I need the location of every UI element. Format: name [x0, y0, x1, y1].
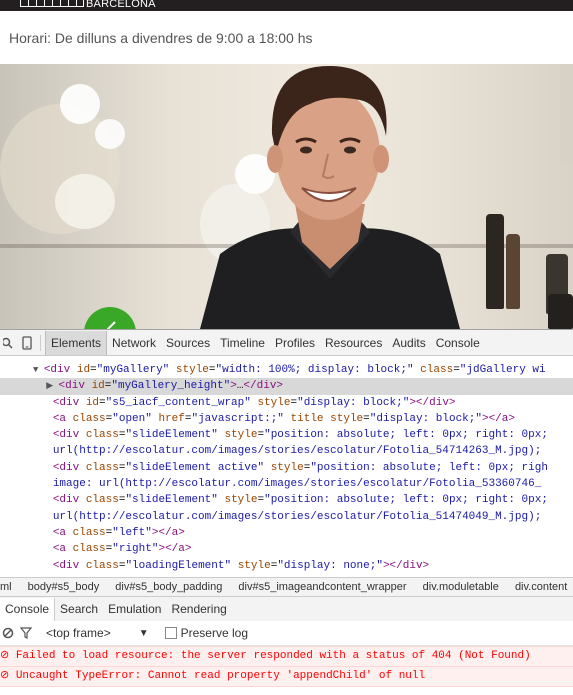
preserve-log-label: Preserve log — [180, 626, 248, 640]
drawer-tab-bar: Console Search Emulation Rendering — [0, 596, 573, 622]
tab-network[interactable]: Network — [107, 331, 161, 355]
slider-prev-button[interactable] — [84, 307, 136, 329]
dom-node-markup: url(http://escolatur.com/images/stories/… — [52, 445, 542, 458]
opening-hours: Horari: De dilluns a divendres de 9:00 a… — [9, 30, 313, 46]
tab-elements[interactable]: Elements — [45, 330, 108, 355]
site-header: BARCELONA — [0, 0, 573, 11]
error-icon: ⊘ — [0, 650, 16, 662]
dom-node-markup: <a class="open" href="javascript:;" titl… — [52, 412, 515, 425]
logo-grid-icon — [20, 0, 84, 7]
inspect-element-icon[interactable] — [0, 331, 18, 355]
frame-selector-value: <top frame> — [46, 626, 111, 640]
dom-node-line[interactable]: ▶ <div id="myGallery_height">…</div> — [0, 378, 573, 395]
dom-node-markup: <div id="myGallery" style="width: 100%; … — [43, 364, 546, 376]
drawer-tab-emulation[interactable]: Emulation — [103, 598, 166, 621]
breadcrumb-item[interactable]: div#s5_imageandcontent_wrapper — [238, 578, 406, 596]
dom-node-line[interactable]: url(http://escolatur.com/images/stories/… — [0, 509, 573, 525]
tab-sources[interactable]: Sources — [161, 331, 215, 355]
dom-node-line[interactable]: <a class="right"></a> — [0, 541, 573, 557]
dom-node-line[interactable]: image: url(http://escolatur.com/images/s… — [0, 476, 573, 492]
preserve-log-checkbox[interactable] — [164, 627, 177, 639]
dom-node-line[interactable]: url(http://escolatur.com/images/stories/… — [0, 443, 573, 459]
breadcrumb-item[interactable]: div.moduletable — [423, 578, 499, 596]
dom-node-markup: <div class="slideElement" style="positio… — [52, 429, 548, 442]
tab-console[interactable]: Console — [431, 331, 485, 355]
breadcrumb-item[interactable]: div.content — [515, 578, 567, 596]
tab-audits[interactable]: Audits — [387, 331, 430, 355]
filter-icon[interactable] — [20, 627, 32, 639]
drawer-tab-rendering[interactable]: Rendering — [166, 598, 231, 621]
tab-resources[interactable]: Resources — [320, 331, 387, 355]
dropdown-arrow-icon: ▼ — [138, 627, 149, 639]
dom-node-line[interactable]: <div class="loadingElement" style="displ… — [0, 558, 573, 574]
dom-node-line[interactable]: <div class="slideElement" style="positio… — [0, 492, 573, 508]
dom-tree[interactable]: ▼ <div id="myGallery" style="width: 100%… — [0, 356, 573, 578]
error-icon: ⊘ — [0, 670, 16, 682]
frame-selector[interactable]: <top frame> ▼ — [46, 626, 149, 640]
toolbar-divider — [40, 334, 41, 351]
tab-timeline[interactable]: Timeline — [215, 331, 270, 355]
dom-node-markup: <a class="right"></a> — [52, 543, 192, 556]
dom-node-markup: <div class="slideElement" style="positio… — [52, 494, 548, 507]
dom-node-markup: <div id="myGallery_height">…</div> — [58, 380, 284, 393]
dom-node-line[interactable]: ▼ <div id="myGallery" style="width: 100%… — [0, 362, 573, 378]
dom-node-line[interactable]: <div id="s5_iacf_content_wrap" style="di… — [0, 395, 573, 411]
dom-node-markup: <div class="loadingElement" style="displ… — [52, 559, 430, 572]
console-error-message: ⊘ Failed to load resource: the server re… — [0, 646, 573, 667]
expand-triangle-icon[interactable]: ▼ — [33, 365, 44, 375]
devtools-tab-bar: Elements Network Sources Timeline Profil… — [0, 330, 573, 356]
dom-node-markup: <a class="left"></a> — [52, 526, 185, 539]
hero-slideshow — [0, 64, 573, 329]
console-error-message: ⊘ Uncaught TypeError: Cannot read proper… — [0, 666, 573, 687]
tab-profiles[interactable]: Profiles — [270, 331, 320, 355]
drawer-tab-console[interactable]: Console — [0, 597, 56, 621]
breadcrumb-item[interactable]: ml — [0, 578, 12, 596]
dom-node-line[interactable]: <div class="slideElement" style="positio… — [0, 427, 573, 443]
device-mode-icon[interactable] — [18, 331, 36, 355]
devtools-panel: Elements Network Sources Timeline Profil… — [0, 329, 573, 695]
dom-node-markup: image: url(http://escolatur.com/images/s… — [52, 478, 542, 491]
breadcrumb-item[interactable]: body#s5_body — [28, 578, 100, 596]
smiling-man-photo — [200, 65, 460, 329]
logo-text: BARCELONA — [86, 0, 156, 10]
drawer-tab-search[interactable]: Search — [55, 598, 103, 621]
dom-node-line[interactable]: <a class="open" href="javascript:;" titl… — [0, 411, 573, 427]
dom-node-line[interactable]: <div class="slideElement active" style="… — [0, 460, 573, 476]
breadcrumb: ml body#s5_body div#s5_body_padding div#… — [0, 577, 573, 596]
console-toolbar: <top frame> ▼ Preserve log — [0, 621, 573, 646]
chevron-left-icon — [106, 321, 116, 329]
clear-console-icon[interactable] — [2, 627, 14, 639]
breadcrumb-item[interactable]: div#s5_body_padding — [115, 578, 222, 596]
dom-node-markup: <div id="s5_iacf_content_wrap" style="di… — [52, 396, 456, 409]
collapsed-triangle-icon[interactable]: ▶ — [46, 381, 58, 391]
site-logo[interactable]: BARCELONA — [20, 0, 156, 11]
dom-node-line[interactable]: <a class="left"></a> — [0, 525, 573, 541]
dom-node-markup: url(http://escolatur.com/images/stories/… — [52, 510, 542, 523]
dom-node-markup: <div class="slideElement active" style="… — [52, 461, 548, 474]
